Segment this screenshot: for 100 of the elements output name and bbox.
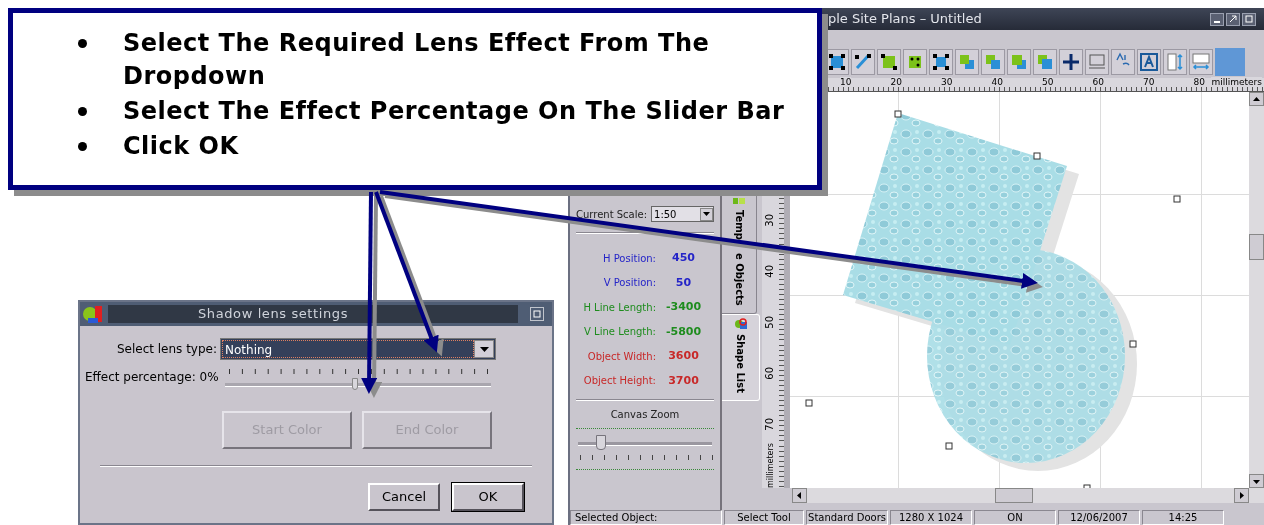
ruler-label: 70 (765, 418, 775, 431)
ruler-label: 20 (890, 77, 902, 87)
scroll-down-button[interactable] (1249, 474, 1264, 488)
ruler-unit: millimeters (1211, 77, 1262, 87)
flip-horizontal-icon (1191, 51, 1211, 72)
selection-handle (945, 442, 953, 450)
minimize-button[interactable] (1210, 12, 1224, 26)
instruction-text: Select The Required Lens Effect From The Dropdown (123, 28, 711, 92)
selection-handle (1173, 195, 1181, 203)
scroll-right-button[interactable] (1234, 488, 1249, 503)
maximize-button[interactable] (530, 307, 544, 321)
ruler-label: 60 (765, 367, 775, 380)
ruler-label: 30 (765, 214, 775, 227)
ruler-label: 50 (765, 316, 775, 329)
line-tool-icon (853, 51, 873, 72)
vertical-scrollbar[interactable] (1249, 92, 1264, 488)
dimension-icon (1087, 51, 1107, 72)
field-label: Object Height: (582, 374, 656, 389)
flip-vertical-icon (1165, 51, 1185, 72)
field-value: -5800 (664, 323, 703, 340)
shapes-icon (733, 317, 748, 330)
dropdown-arrow-icon (479, 346, 489, 352)
toolbar-button[interactable] (877, 48, 901, 75)
slider-thumb[interactable] (595, 435, 606, 450)
app-logo-icon (82, 304, 104, 324)
zoom-label: Canvas Zoom (609, 408, 681, 422)
field-value: 50 (674, 274, 693, 291)
field-label: H Line Length: (582, 300, 656, 315)
ruler-label: 40 (991, 77, 1003, 87)
slider-thumb[interactable] (352, 378, 359, 390)
ruler-label: 80 (1193, 77, 1205, 87)
toolbar-button[interactable] (929, 48, 953, 75)
scroll-down-arrow-icon (1253, 477, 1260, 485)
status-field: Select Tool (724, 510, 804, 525)
scrollbar-thumb[interactable] (1249, 234, 1264, 260)
ruler-label: 60 (1092, 77, 1104, 87)
field-value: -3400 (664, 299, 703, 315)
effect-slider[interactable] (225, 377, 491, 391)
status-field: 12/06/2007 (1058, 510, 1140, 525)
side-tab[interactable]: Shape List (722, 313, 760, 401)
dialog-button[interactable]: OK (452, 483, 524, 511)
ruler-unit: millimeters (766, 443, 776, 488)
status-field: 14:25 (1142, 510, 1224, 525)
select-frame-icon (827, 51, 847, 72)
tab-label: e Objects (732, 252, 746, 306)
dropdown-arrow-icon (703, 212, 710, 216)
bullet-icon (78, 38, 87, 48)
field-label: V Position: (602, 276, 656, 291)
window-title: ple Site Plans – Untitled (828, 10, 982, 29)
maximize-icon (1245, 15, 1253, 23)
status-field: ON (974, 510, 1056, 525)
status-field: Standard Doors (806, 510, 888, 525)
scroll-left-button[interactable] (792, 488, 807, 503)
restore-icon (1229, 15, 1237, 23)
scrollbar-thumb[interactable] (995, 488, 1033, 503)
maximize-button[interactable] (1242, 12, 1256, 26)
field-label: Current Scale: (576, 207, 647, 222)
ruler-label: 30 (941, 77, 953, 87)
crosshair-icon (1061, 51, 1081, 72)
maximize-icon (533, 310, 541, 318)
field-value: 3600 (667, 348, 700, 364)
instruction-text: Click OK (123, 131, 240, 162)
field-value: 450 (671, 250, 696, 266)
ruler-label: 10 (840, 77, 852, 87)
field-label: Effect percentage: 0% (84, 369, 220, 386)
zoom-slider[interactable] (578, 435, 712, 451)
selection-handle (894, 110, 902, 118)
status-field: 1280 X 1024 (890, 510, 972, 525)
tab-label: Shape List (734, 333, 747, 393)
selection-handle (1129, 340, 1137, 348)
toolbar-button[interactable] (1059, 48, 1083, 75)
restore-button[interactable] (1226, 12, 1240, 26)
field-label: Select lens type: (115, 341, 218, 358)
scroll-left-arrow-icon (796, 492, 803, 499)
toolbar-button[interactable] (851, 48, 875, 75)
field-label: V Line Length: (583, 325, 656, 340)
scroll-right-arrow-icon (1238, 492, 1245, 499)
group-icon (879, 51, 899, 72)
scroll-up-button[interactable] (1249, 92, 1264, 106)
ruler-label: 50 (1042, 77, 1054, 87)
ruler-label: 70 (1143, 77, 1155, 87)
field-value: 3700 (667, 372, 700, 389)
lens-type-dropdown[interactable]: Nothing (220, 338, 496, 360)
status-field: Selected Object: (570, 510, 722, 525)
dialog-title: Shadow lens settings (198, 305, 349, 324)
instruction-text: Select The Effect Percentage On The Slider Bar (123, 96, 786, 127)
ruler-label: 40 (765, 265, 775, 278)
scale-dropdown[interactable]: 1:50 (651, 206, 714, 222)
resize-icon (931, 51, 951, 72)
tab-label: Temp (732, 210, 746, 240)
text-frame-icon (1139, 51, 1159, 72)
selection-handle (1033, 152, 1041, 160)
field-label: Object Width: (586, 349, 656, 364)
scroll-up-arrow-icon (1253, 95, 1260, 103)
horizontal-scrollbar[interactable] (792, 488, 1264, 503)
bullet-icon (78, 141, 87, 151)
field-label: H Position: (602, 251, 656, 266)
bullet-icon (78, 106, 87, 116)
dialog-button[interactable]: Cancel (368, 483, 440, 511)
selection-handle (805, 399, 813, 407)
